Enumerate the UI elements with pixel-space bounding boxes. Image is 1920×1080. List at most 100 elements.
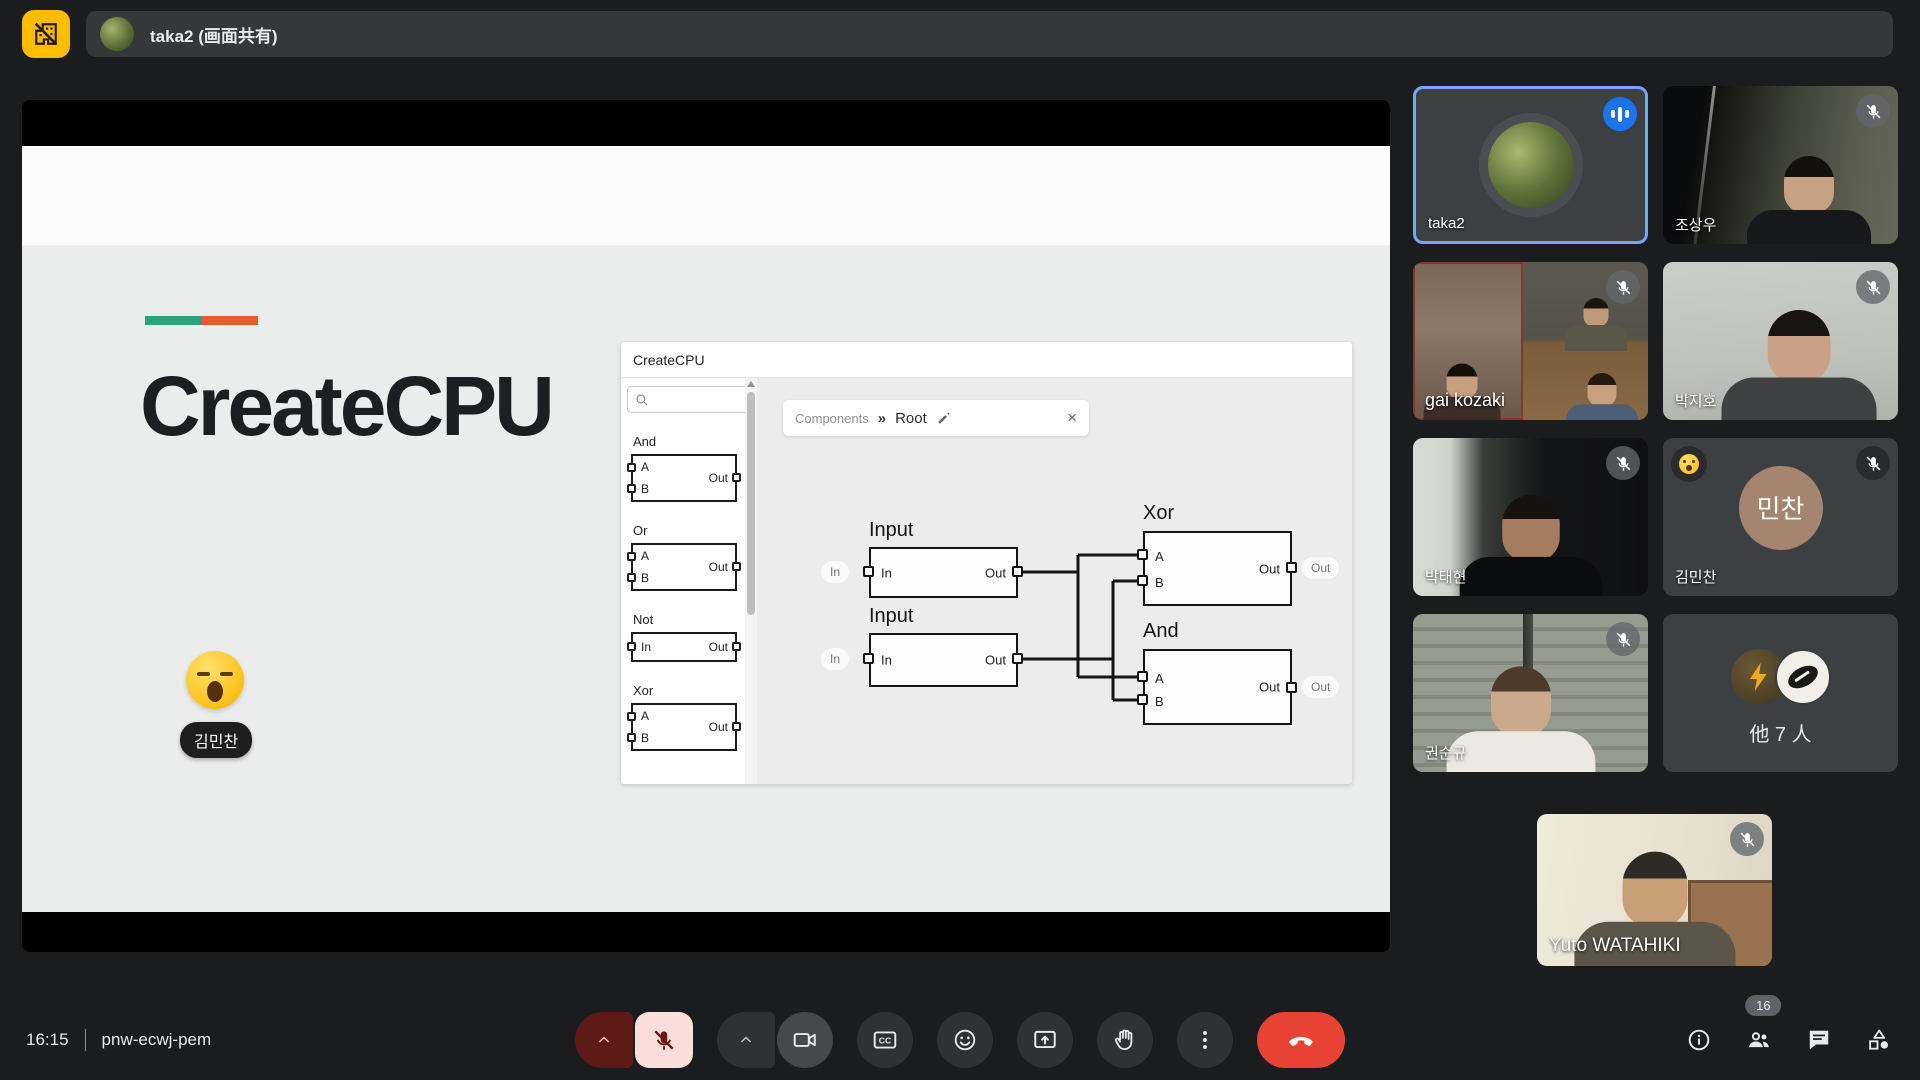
gate-label-or: Or bbox=[633, 523, 757, 538]
mic-control bbox=[575, 1012, 693, 1068]
people-icon bbox=[1746, 1027, 1772, 1053]
presenter-avatar bbox=[100, 17, 134, 51]
screen-share-region[interactable]: CreateCPU 김민찬 CreateCPU And bbox=[22, 100, 1390, 952]
pin[interactable] bbox=[1286, 682, 1297, 693]
pin-label: A bbox=[641, 549, 649, 563]
raise-hand-button[interactable] bbox=[1097, 1012, 1153, 1068]
reaction-badge bbox=[1671, 446, 1707, 482]
participant-tile[interactable]: 권순규 bbox=[1413, 614, 1648, 772]
captions-button[interactable]: CC bbox=[857, 1012, 913, 1068]
person-silhouette bbox=[1565, 374, 1640, 420]
pin[interactable] bbox=[1012, 566, 1023, 577]
presenter-banner[interactable]: taka2 (画面共有) bbox=[86, 11, 1893, 57]
breadcrumb[interactable]: Components » Root × bbox=[783, 400, 1089, 436]
more-options-button[interactable] bbox=[1177, 1012, 1233, 1068]
node-label: And bbox=[1143, 620, 1179, 643]
camera-toggle-button[interactable] bbox=[777, 1012, 833, 1068]
mic-options-button[interactable] bbox=[575, 1012, 633, 1068]
pin-label: Out bbox=[1259, 561, 1280, 576]
external-in-pill: In bbox=[821, 648, 849, 670]
mic-mute-button[interactable] bbox=[635, 1012, 693, 1068]
participant-tile-taka2[interactable]: taka2 bbox=[1413, 86, 1648, 244]
svg-text:CC: CC bbox=[879, 1036, 892, 1046]
palette-gate-or[interactable]: A B Out bbox=[631, 543, 737, 591]
search-input[interactable] bbox=[627, 386, 751, 413]
scrollbar-thumb[interactable] bbox=[747, 392, 755, 615]
meeting-details-button[interactable] bbox=[1686, 1027, 1712, 1053]
participant-tile[interactable]: gai kozaki bbox=[1413, 262, 1648, 420]
pin[interactable] bbox=[1137, 671, 1148, 682]
node-input-1[interactable]: In Out bbox=[869, 547, 1018, 598]
pin[interactable] bbox=[1286, 562, 1297, 573]
person-silhouette bbox=[1718, 313, 1881, 421]
accent-orange bbox=[202, 316, 259, 325]
node-and[interactable]: A B Out bbox=[1143, 649, 1292, 725]
participant-name: 조상우 bbox=[1675, 214, 1716, 235]
breadcrumb-current[interactable]: Root bbox=[895, 410, 927, 427]
overflow-participants-tile[interactable]: 他 7 人 bbox=[1663, 614, 1898, 772]
external-out-pill: Out bbox=[1302, 557, 1339, 579]
gate-label-and: And bbox=[633, 434, 757, 449]
camera-options-button[interactable] bbox=[717, 1012, 775, 1068]
mic-off-badge bbox=[1856, 270, 1890, 304]
slide-accent-bar bbox=[145, 316, 258, 325]
home-button[interactable] bbox=[22, 10, 70, 58]
pin[interactable] bbox=[1137, 575, 1148, 586]
activities-button[interactable] bbox=[1866, 1027, 1892, 1053]
node-input-2[interactable]: In Out bbox=[869, 633, 1018, 687]
palette-gate-not[interactable]: In Out bbox=[631, 632, 737, 662]
pin[interactable] bbox=[863, 566, 874, 577]
avatar bbox=[1488, 122, 1574, 208]
end-call-button[interactable] bbox=[1257, 1012, 1345, 1068]
pencil-icon[interactable] bbox=[936, 410, 952, 426]
reactions-button[interactable] bbox=[937, 1012, 993, 1068]
present-screen-button[interactable] bbox=[1017, 1012, 1073, 1068]
createcpu-app-window: CreateCPU And bbox=[621, 342, 1352, 784]
chevron-up-icon bbox=[595, 1031, 613, 1049]
scroll-up-arrow[interactable] bbox=[747, 381, 755, 387]
divider bbox=[85, 1029, 86, 1051]
building-off-icon bbox=[33, 21, 59, 47]
breadcrumb-components[interactable]: Components bbox=[795, 411, 869, 426]
info-icon bbox=[1686, 1027, 1712, 1053]
presentation-slide: CreateCPU 김민찬 CreateCPU And bbox=[22, 146, 1390, 912]
palette-scrollbar[interactable] bbox=[745, 378, 757, 784]
palette-gate-and[interactable]: A B Out bbox=[631, 454, 737, 502]
pin[interactable] bbox=[1137, 694, 1148, 705]
pin bbox=[732, 722, 741, 731]
bean-icon bbox=[1784, 661, 1821, 693]
captions-icon: CC bbox=[872, 1027, 898, 1053]
avatar-stack bbox=[1731, 649, 1831, 705]
pin[interactable] bbox=[1137, 549, 1148, 560]
circuit-canvas[interactable]: Components » Root × In In Out Out bbox=[757, 378, 1352, 784]
pin[interactable] bbox=[1012, 653, 1023, 664]
mic-off-icon bbox=[1864, 454, 1883, 473]
speaking-indicator-icon bbox=[1603, 97, 1637, 131]
close-icon[interactable]: × bbox=[1067, 408, 1077, 428]
bottom-bar: 16:15 pnw-ecwj-pem bbox=[0, 1000, 1920, 1080]
more-options-icon bbox=[1192, 1027, 1218, 1053]
participant-tile[interactable]: 조상우 bbox=[1663, 86, 1898, 244]
pin[interactable] bbox=[863, 653, 874, 664]
pin bbox=[627, 712, 636, 721]
chat-panel-button[interactable] bbox=[1806, 1027, 1832, 1053]
pin-label: Out bbox=[709, 471, 728, 485]
node-label: Input bbox=[869, 605, 913, 628]
pin bbox=[627, 463, 636, 472]
chat-icon bbox=[1806, 1027, 1832, 1053]
participant-tile[interactable]: 박지호 bbox=[1663, 262, 1898, 420]
pin-label: B bbox=[641, 731, 649, 745]
breadcrumb-separator: » bbox=[878, 410, 886, 427]
participant-tile[interactable]: Yuto WATAHIKI bbox=[1537, 814, 1772, 966]
participant-tile[interactable]: 박태현 bbox=[1413, 438, 1648, 596]
mic-off-icon bbox=[1738, 830, 1757, 849]
search-icon bbox=[634, 392, 650, 408]
palette-gate-xor[interactable]: A B Out bbox=[631, 703, 737, 751]
mic-off-badge bbox=[1606, 446, 1640, 480]
external-out-pill: Out bbox=[1302, 676, 1339, 698]
node-xor[interactable]: A B Out bbox=[1143, 531, 1292, 606]
participant-tile-kim[interactable]: 민찬 김민찬 bbox=[1663, 438, 1898, 596]
pin-label: Out bbox=[709, 720, 728, 734]
people-panel-button[interactable]: 16 bbox=[1746, 1027, 1772, 1053]
reaction-author-pill: 김민찬 bbox=[180, 722, 252, 758]
